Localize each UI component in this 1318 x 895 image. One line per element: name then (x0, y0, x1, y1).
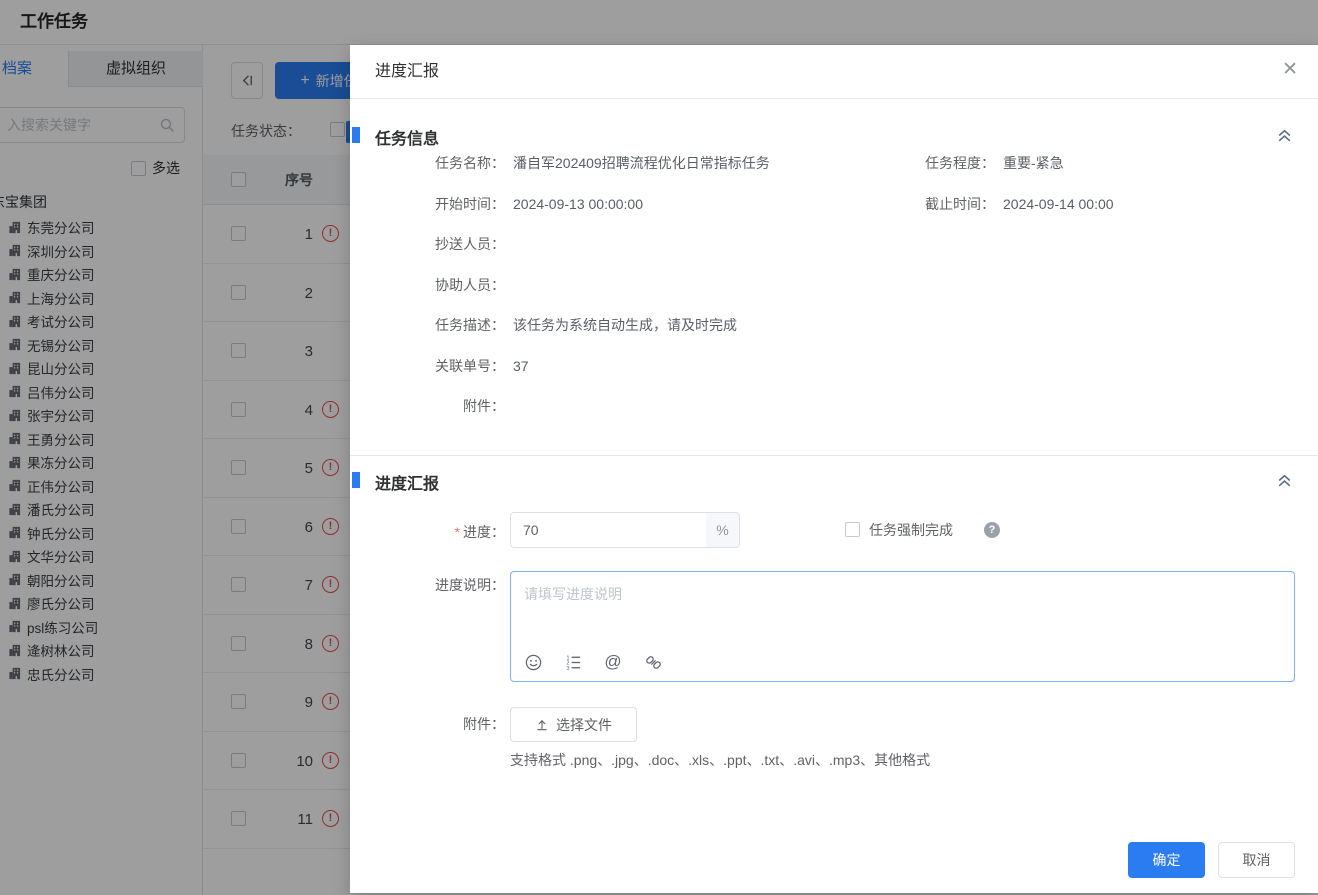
help-icon[interactable]: ? (984, 522, 1000, 538)
link-icon[interactable] (643, 652, 663, 672)
svg-text:3: 3 (566, 665, 569, 671)
task-info-field: 截止时间： 2024-09-14 00:00 (840, 194, 1114, 214)
field-label: 任务描述： (350, 315, 505, 335)
app-root: 工作任务 档案 虚拟组织 多选 东宝集团 东莞分公司 深圳分公司 (0, 0, 1318, 895)
force-complete-checkbox[interactable] (845, 522, 860, 537)
choose-file-button[interactable]: 选择文件 (510, 707, 637, 742)
choose-file-label: 选择文件 (556, 715, 612, 735)
progress-desc-input[interactable]: 请填写进度说明 123 @ (510, 571, 1295, 682)
task-info-field: 附件： (350, 396, 513, 416)
section-marker (352, 472, 360, 488)
task-info-section-title: 任务信息 (375, 125, 439, 149)
field-label: 开始时间： (350, 194, 505, 214)
field-label: 任务名称： (350, 153, 505, 173)
attachment-field-label: 附件： (350, 714, 505, 734)
upload-icon (535, 718, 549, 732)
task-info-field: 协助人员： (350, 275, 513, 295)
task-info-field: 任务名称： 潘自军202409招聘流程优化日常指标任务 (350, 153, 770, 173)
progress-desc-label: 进度说明： (350, 575, 505, 595)
collapse-section-icon[interactable] (1276, 127, 1293, 144)
field-value: 2024-09-14 00:00 (1003, 196, 1114, 212)
task-info-field: 任务描述： 该任务为系统自动生成，请及时完成 (350, 315, 737, 335)
cancel-button[interactable]: 取消 (1218, 842, 1295, 878)
close-icon[interactable]: ✕ (1282, 60, 1298, 79)
task-info-field: 任务程度： 重要-紧急 (840, 153, 1064, 173)
field-label: 关联单号： (350, 356, 505, 376)
section-divider (350, 455, 1318, 456)
emoji-icon[interactable] (523, 652, 543, 672)
task-info-field: 关联单号： 37 (350, 356, 529, 376)
editor-toolbar: 123 @ (523, 652, 663, 672)
progress-section-title: 进度汇报 (375, 470, 439, 494)
field-value: 潘自军202409招聘流程优化日常指标任务 (513, 155, 770, 171)
modal-header: 进度汇报 ✕ (350, 45, 1318, 99)
progress-report-modal: 进度汇报 ✕ 任务信息 任务名称： 潘自军202409招聘流程优化日常指标任务开始… (350, 45, 1318, 893)
task-info-field: 开始时间： 2024-09-13 00:00:00 (350, 194, 643, 214)
field-label: 附件： (350, 396, 505, 416)
field-label: 协助人员： (350, 275, 505, 295)
section-marker (352, 127, 360, 143)
required-mark: * (455, 524, 460, 540)
field-value: 37 (513, 358, 529, 374)
progress-field-label: *进度： (350, 522, 505, 542)
field-value: 2024-09-13 00:00:00 (513, 196, 643, 212)
field-value: 该任务为系统自动生成，请及时完成 (513, 317, 737, 333)
force-complete-label: 任务强制完成 (869, 522, 953, 539)
modal-title: 进度汇报 (375, 45, 439, 99)
mention-icon[interactable]: @ (603, 652, 623, 672)
collapse-section-icon[interactable] (1276, 472, 1293, 489)
ordered-list-icon[interactable]: 123 (563, 652, 583, 672)
field-label: 抄送人员： (350, 234, 505, 254)
field-value: 重要-紧急 (1003, 155, 1064, 171)
desc-placeholder: 请填写进度说明 (524, 584, 622, 604)
field-label: 任务程度： (840, 153, 995, 173)
progress-percent-input[interactable] (510, 512, 707, 548)
percent-suffix: % (706, 512, 740, 548)
format-hint: 支持格式 .png、.jpg、.doc、.xls、.ppt、.txt、.avi、… (510, 750, 930, 770)
confirm-button[interactable]: 确定 (1128, 842, 1205, 878)
task-info-field: 抄送人员： (350, 234, 513, 254)
field-label: 截止时间： (840, 194, 995, 214)
